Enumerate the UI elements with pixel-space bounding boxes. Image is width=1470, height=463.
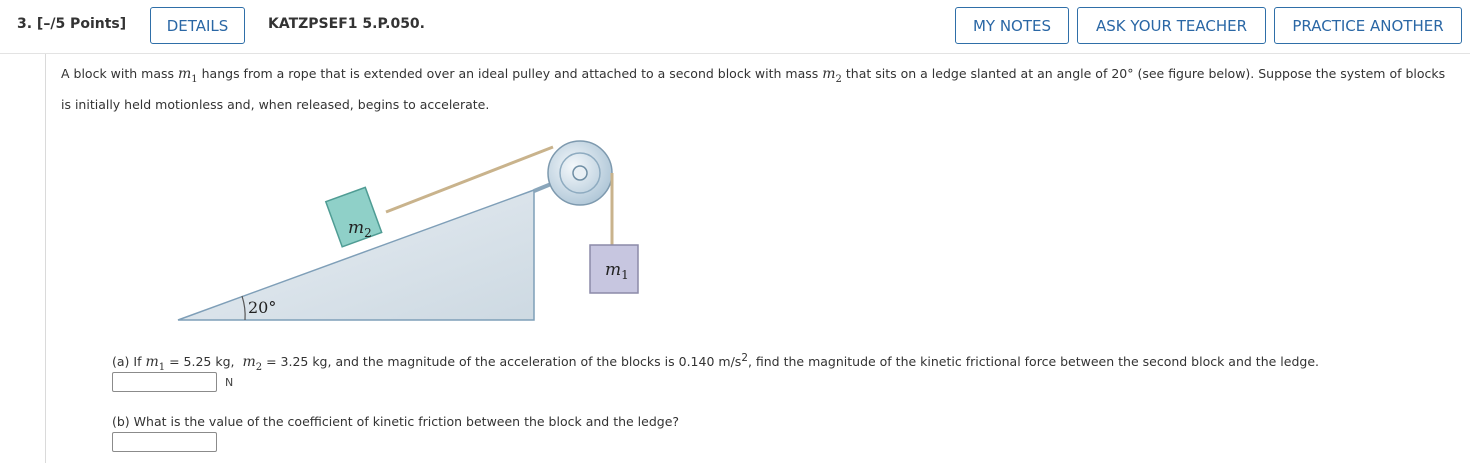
problem-statement: A block with mass m1 hangs from a rope t…: [61, 61, 1456, 117]
m1-value: 5.25 kg,: [183, 354, 235, 370]
my-notes-button[interactable]: MY NOTES: [955, 7, 1069, 44]
practice-another-button[interactable]: PRACTICE ANOTHER: [1274, 7, 1462, 44]
m2-value: 3.25 kg,: [280, 354, 332, 370]
part-b-question: (b) What is the value of the coefficient…: [112, 414, 680, 429]
question-id: KATZPSEF1 5.P.050.: [268, 16, 425, 32]
details-button[interactable]: DETAILS: [150, 7, 245, 44]
angle-label: 20°: [248, 298, 276, 317]
ask-your-teacher-button[interactable]: ASK YOUR TEACHER: [1077, 7, 1266, 44]
part-a-question: (a) If m1 = 5.25 kg, m2 = 3.25 kg, and t…: [112, 352, 1319, 373]
var-m1: m1: [178, 66, 198, 85]
part-b-answer-input[interactable]: [112, 432, 217, 452]
pulley-incline-figure: 20° m2 m1: [177, 140, 639, 321]
var-m2: m2: [822, 66, 842, 85]
question-number: 3. [–/5 Points]: [17, 16, 127, 32]
question-header: 3. [–/5 Points] DETAILS KATZPSEF1 5.P.05…: [0, 0, 1470, 54]
prompt-text: A block with mass: [61, 66, 178, 81]
acceleration-value: 0.140: [678, 354, 715, 370]
prompt-text: hangs from a rope that is extended over …: [197, 66, 823, 81]
part-a-unit: N: [225, 376, 234, 389]
part-a-answer-input[interactable]: [112, 372, 217, 392]
content-left-border: [45, 54, 46, 463]
